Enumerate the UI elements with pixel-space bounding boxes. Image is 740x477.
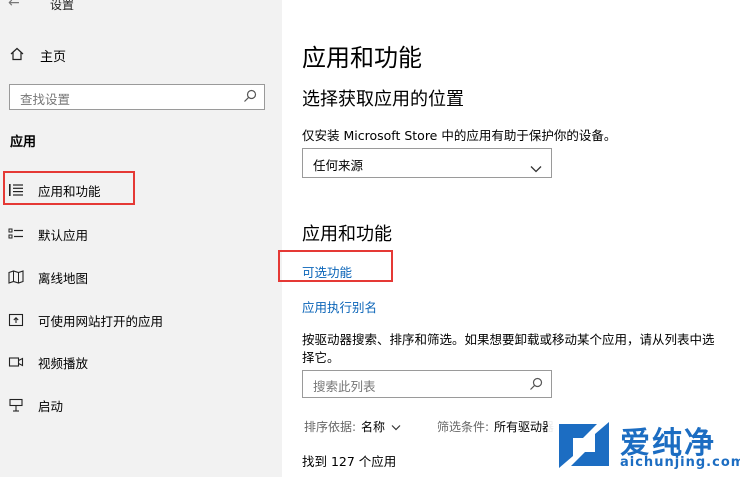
watermark-logo-icon bbox=[553, 418, 615, 476]
dropdown-value: 任何来源 bbox=[313, 158, 364, 173]
startup-icon bbox=[8, 397, 24, 413]
sidebar-item-startup[interactable]: 启动 bbox=[8, 394, 63, 416]
back-button[interactable]: ← bbox=[8, 0, 20, 11]
apps-section-heading: 应用 bbox=[10, 135, 37, 150]
highlight-box-optional-features bbox=[278, 250, 393, 282]
sidebar: ← 设置 主页 查找设置 应用 应用和功能 默认应用 离线地图 可使用网站打开的… bbox=[0, 0, 282, 477]
window-title: 设置 bbox=[50, 0, 75, 12]
open-website-icon bbox=[8, 312, 24, 328]
highlight-box-apps-features bbox=[3, 171, 135, 205]
search-placeholder: 查找设置 bbox=[20, 92, 71, 107]
map-icon bbox=[8, 269, 24, 285]
sort-selector[interactable]: 排序依据: 名称 bbox=[304, 418, 401, 435]
main-content: 应用和功能 选择获取应用的位置 仅安装 Microsoft Store 中的应用… bbox=[278, 0, 740, 477]
search-placeholder: 搜索此列表 bbox=[313, 379, 376, 394]
chevron-down-icon bbox=[391, 420, 401, 434]
sidebar-item-video-playback[interactable]: 视频播放 bbox=[8, 351, 88, 373]
sort-value: 名称 bbox=[361, 420, 386, 434]
sidebar-item-default-apps[interactable]: 默认应用 bbox=[8, 223, 88, 245]
watermark-text-en: aichunjing.com bbox=[620, 455, 740, 470]
search-icon bbox=[242, 88, 258, 108]
apps-list-description: 按驱动器搜索、排序和筛选。如果想要卸载或移动某个应用，请从列表中选择它。 bbox=[302, 332, 715, 365]
home-icon bbox=[10, 46, 24, 65]
sidebar-item-label: 可使用网站打开的应用 bbox=[38, 313, 164, 329]
default-apps-icon bbox=[8, 226, 24, 242]
search-icon bbox=[528, 376, 544, 396]
sidebar-item-label: 启动 bbox=[38, 398, 64, 414]
sidebar-item-label: 默认应用 bbox=[38, 227, 89, 243]
sidebar-item-label: 离线地图 bbox=[38, 270, 89, 286]
home-label: 主页 bbox=[40, 49, 67, 65]
sidebar-item-label: 视频播放 bbox=[38, 355, 89, 371]
install-section-description: 仅安装 Microsoft Store 中的应用有助于保护你的设备。 bbox=[302, 128, 617, 143]
app-source-dropdown[interactable]: 任何来源 bbox=[302, 148, 552, 178]
page-title: 应用和功能 bbox=[302, 44, 422, 72]
filter-label: 筛选条件: bbox=[437, 420, 490, 434]
sidebar-item-offline-maps[interactable]: 离线地图 bbox=[8, 266, 88, 288]
app-execution-alias-link[interactable]: 应用执行别名 bbox=[302, 297, 377, 316]
chevron-down-icon bbox=[530, 158, 542, 177]
apps-found-count: 找到 127 个应用 bbox=[302, 454, 397, 469]
apps-list-search-input[interactable]: 搜索此列表 bbox=[302, 370, 552, 398]
install-section-title: 选择获取应用的位置 bbox=[302, 89, 464, 110]
sidebar-item-apps-for-websites[interactable]: 可使用网站打开的应用 bbox=[8, 309, 163, 331]
sort-label: 排序依据: bbox=[304, 420, 357, 434]
settings-search-input[interactable]: 查找设置 bbox=[9, 84, 265, 110]
apps-features-section-title: 应用和功能 bbox=[302, 224, 392, 245]
home-nav-item[interactable]: 主页 bbox=[10, 46, 67, 65]
title-bar: ← 设置 bbox=[0, 0, 282, 16]
filter-value: 所有驱动器 bbox=[494, 420, 555, 434]
filter-selector[interactable]: 筛选条件: 所有驱动器 bbox=[437, 418, 554, 435]
video-icon bbox=[8, 354, 24, 370]
